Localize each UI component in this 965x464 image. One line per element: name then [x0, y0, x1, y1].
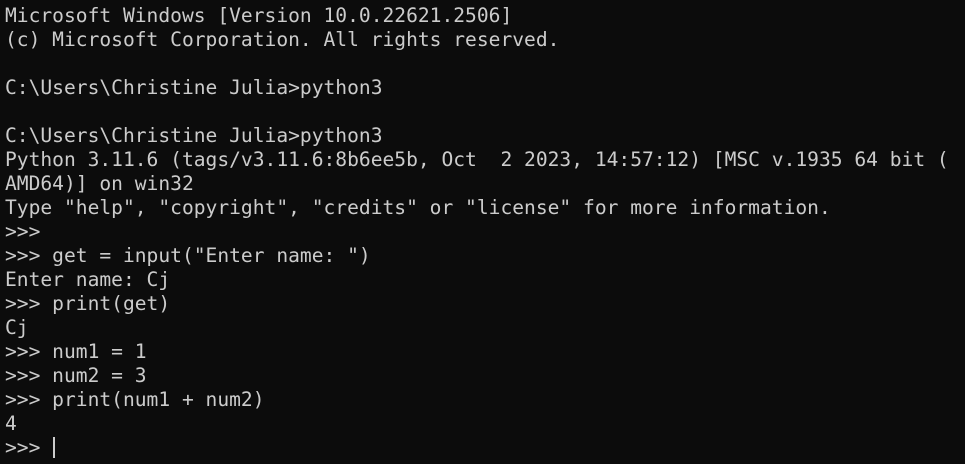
output-line-blank	[5, 100, 949, 124]
output-line-blank	[5, 52, 949, 76]
output-line-repl: Enter name: Cj	[5, 268, 171, 291]
terminal-window[interactable]: Microsoft Windows [Version 10.0.22621.25…	[0, 0, 965, 464]
output-line-repl: 4	[5, 412, 17, 435]
terminal-output: Microsoft Windows [Version 10.0.22621.25…	[5, 4, 949, 460]
output-line-python-platform: AMD64)] on win32	[5, 172, 194, 195]
output-line-repl: >>>	[5, 220, 41, 243]
output-line-copyright: (c) Microsoft Corporation. All rights re…	[5, 28, 560, 51]
output-line-repl: >>> print(num1 + num2)	[5, 388, 265, 411]
output-line-python-version: Python 3.11.6 (tags/v3.11.6:8b6ee5b, Oct…	[5, 148, 949, 171]
current-input-line[interactable]: >>>	[5, 436, 949, 460]
output-line-python-help: Type "help", "copyright", "credits" or "…	[5, 196, 831, 219]
output-line-repl: >>> num1 = 1	[5, 340, 147, 363]
output-line-os-version: Microsoft Windows [Version 10.0.22621.25…	[5, 4, 513, 27]
output-line-repl: >>> get = input("Enter name: ")	[5, 244, 371, 267]
output-line-repl: >>> print(get)	[5, 292, 171, 315]
repl-prompt: >>>	[5, 436, 53, 459]
output-line-command: C:\Users\Christine Julia>python3	[5, 76, 383, 99]
text-cursor	[53, 437, 56, 458]
output-line-repl: Cj	[5, 316, 29, 339]
output-line-command: C:\Users\Christine Julia>python3	[5, 124, 383, 147]
output-line-repl: >>> num2 = 3	[5, 364, 147, 387]
